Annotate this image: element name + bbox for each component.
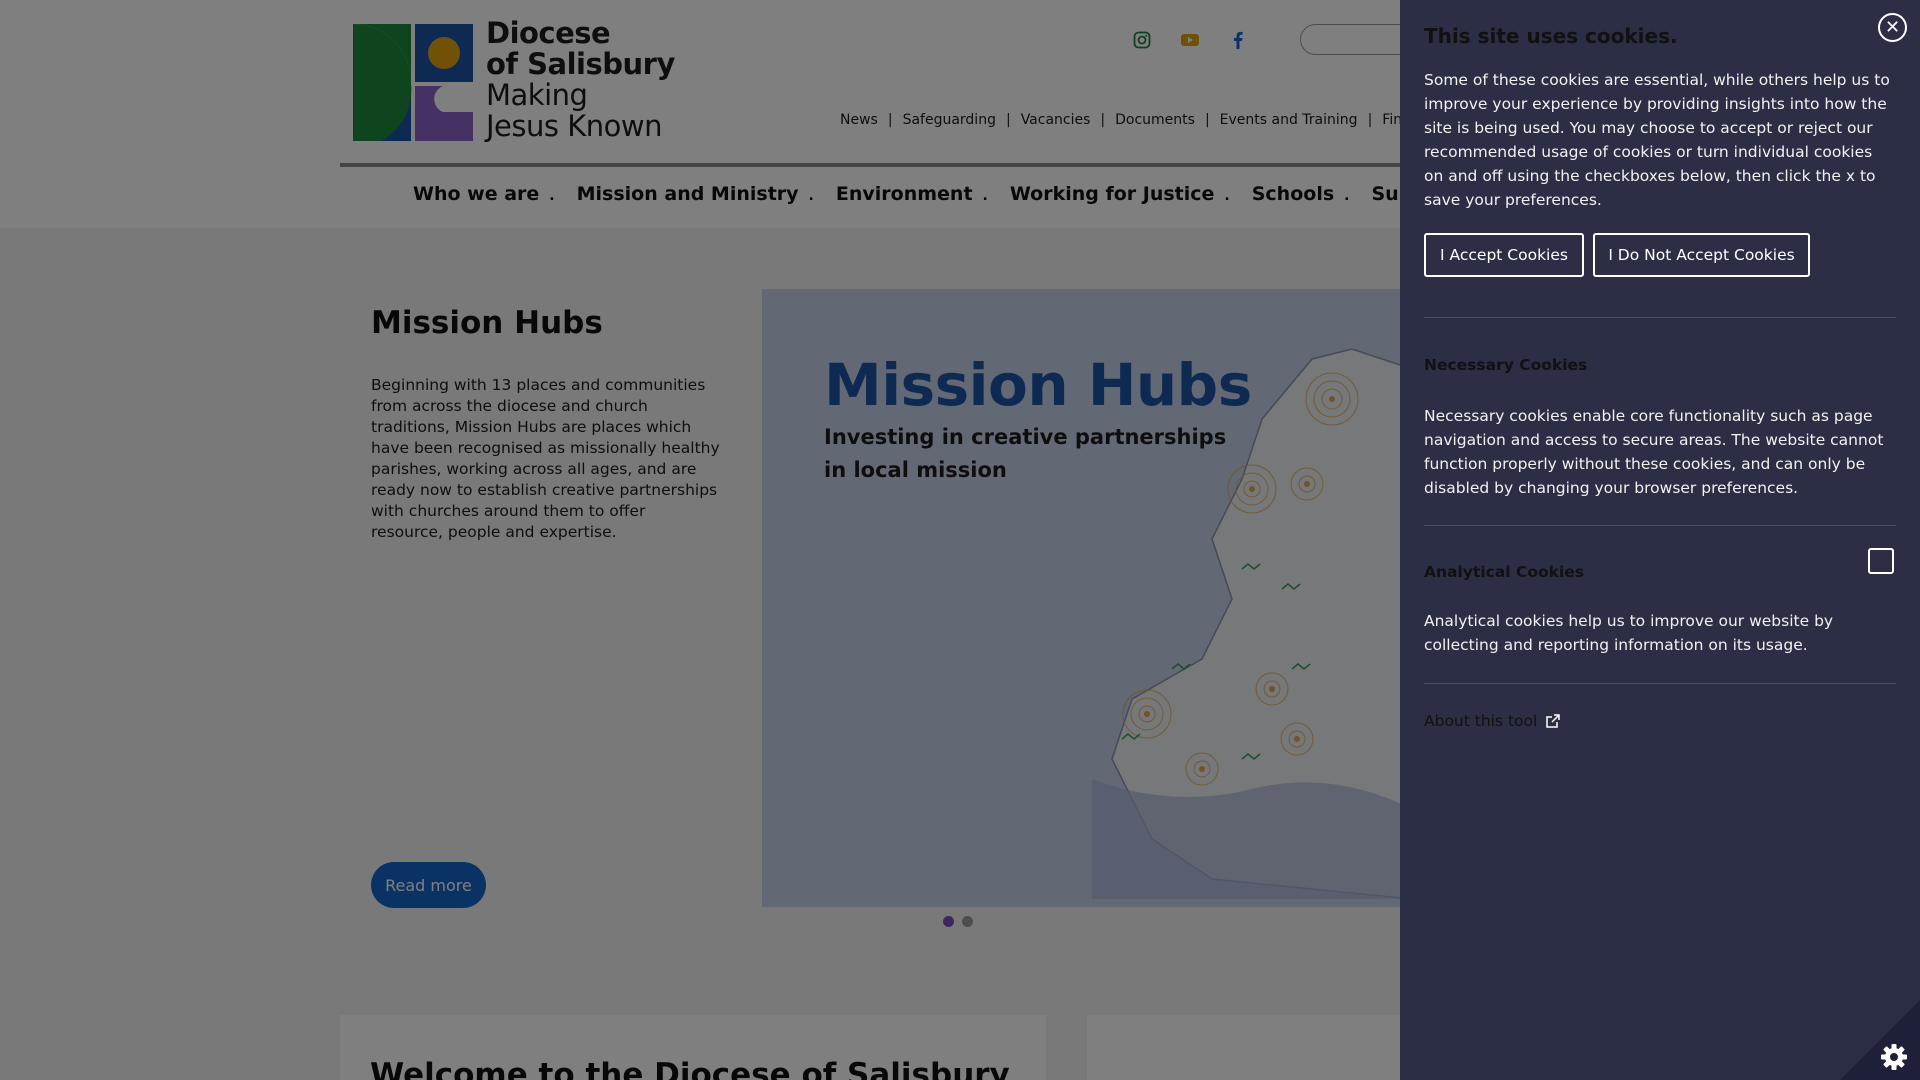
analytical-cookies-heading: Analytical Cookies [1424, 563, 1585, 581]
necessary-cookies-text: Necessary cookies enable core functional… [1424, 407, 1884, 497]
reject-cookies-button[interactable]: I Do Not Accept Cookies [1593, 233, 1810, 277]
cookie-settings-gear-icon[interactable] [1840, 1000, 1920, 1080]
about-this-tool-link[interactable]: About this tool [1424, 712, 1561, 730]
external-link-icon [1546, 714, 1561, 728]
divider [1424, 525, 1896, 526]
cookie-title: This site uses cookies. [1424, 24, 1678, 48]
close-icon[interactable]: ✕ [1878, 13, 1907, 42]
about-this-tool-label: About this tool [1424, 712, 1538, 730]
cookie-intro: Some of these cookies are essential, whi… [1424, 71, 1890, 209]
necessary-cookies-heading: Necessary Cookies [1424, 356, 1588, 374]
divider [1424, 683, 1896, 684]
analytical-cookies-checkbox[interactable] [1868, 548, 1894, 574]
divider [1424, 317, 1896, 318]
modal-backdrop[interactable] [0, 0, 1400, 1080]
accept-cookies-button[interactable]: I Accept Cookies [1424, 233, 1584, 277]
analytical-cookies-text: Analytical cookies help us to improve ou… [1424, 612, 1834, 654]
